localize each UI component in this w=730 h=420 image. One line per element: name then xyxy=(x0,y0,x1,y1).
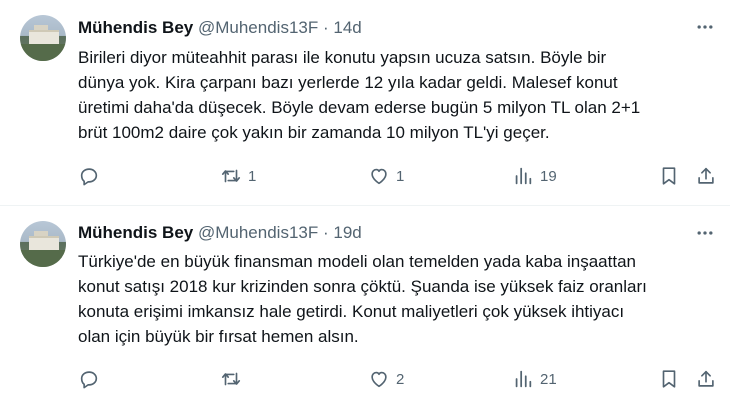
view-count: 21 xyxy=(540,370,557,388)
tweet-actions: 1 1 19 xyxy=(0,163,730,189)
like-button[interactable]: 2 xyxy=(368,366,404,392)
tweet-header: Mühendis Bey @Muhendis13F · 14d xyxy=(78,17,362,39)
like-button[interactable]: 1 xyxy=(368,163,404,189)
avatar[interactable] xyxy=(20,15,66,61)
tweet-header: Mühendis Bey @Muhendis13F · 19d xyxy=(78,222,362,244)
avatar[interactable] xyxy=(20,221,66,267)
share-icon xyxy=(698,370,714,387)
retweet-count: 1 xyxy=(248,167,257,185)
separator-dot: · xyxy=(322,18,329,37)
author-name[interactable]: Mühendis Bey xyxy=(78,18,193,37)
retweet-button[interactable] xyxy=(220,366,248,392)
more-icon[interactable] xyxy=(694,17,716,39)
reply-icon xyxy=(80,371,98,389)
reply-icon xyxy=(80,168,98,186)
tweet[interactable]: Mühendis Bey @Muhendis13F · 19d Türkiye'… xyxy=(0,207,730,420)
share-icon xyxy=(698,167,714,184)
author-name[interactable]: Mühendis Bey xyxy=(78,223,193,242)
bookmark-button[interactable] xyxy=(658,163,680,189)
separator-dot: · xyxy=(322,223,329,242)
heart-icon xyxy=(371,168,387,185)
share-button[interactable] xyxy=(695,366,717,392)
timestamp[interactable]: 14d xyxy=(333,18,361,37)
views-icon xyxy=(515,167,532,185)
more-icon[interactable] xyxy=(694,223,716,245)
bookmark-icon xyxy=(662,167,676,185)
like-count: 2 xyxy=(396,370,405,388)
view-count: 19 xyxy=(540,167,557,185)
retweet-icon xyxy=(221,169,241,183)
views-icon xyxy=(515,370,532,388)
views-button[interactable]: 21 xyxy=(512,366,557,392)
tweet-text: Türkiye'de en büyük finansman modeli ola… xyxy=(78,252,647,346)
retweet-icon xyxy=(221,372,241,386)
views-button[interactable]: 19 xyxy=(512,163,557,189)
tweet-actions: 2 21 xyxy=(0,366,730,392)
tweet-text: Birileri diyor müteahhit parası ile konu… xyxy=(78,48,641,142)
tweet[interactable]: Mühendis Bey @Muhendis13F · 14d Birileri… xyxy=(0,0,730,206)
retweet-button[interactable]: 1 xyxy=(220,163,256,189)
share-button[interactable] xyxy=(695,163,717,189)
like-count: 1 xyxy=(396,167,405,185)
heart-icon xyxy=(371,371,387,388)
timestamp[interactable]: 19d xyxy=(333,223,361,242)
author-handle[interactable]: @Muhendis13F xyxy=(198,223,318,242)
reply-button[interactable] xyxy=(78,366,106,392)
author-handle[interactable]: @Muhendis13F xyxy=(198,18,318,37)
reply-button[interactable] xyxy=(78,163,106,189)
bookmark-button[interactable] xyxy=(658,366,680,392)
bookmark-icon xyxy=(662,370,676,388)
